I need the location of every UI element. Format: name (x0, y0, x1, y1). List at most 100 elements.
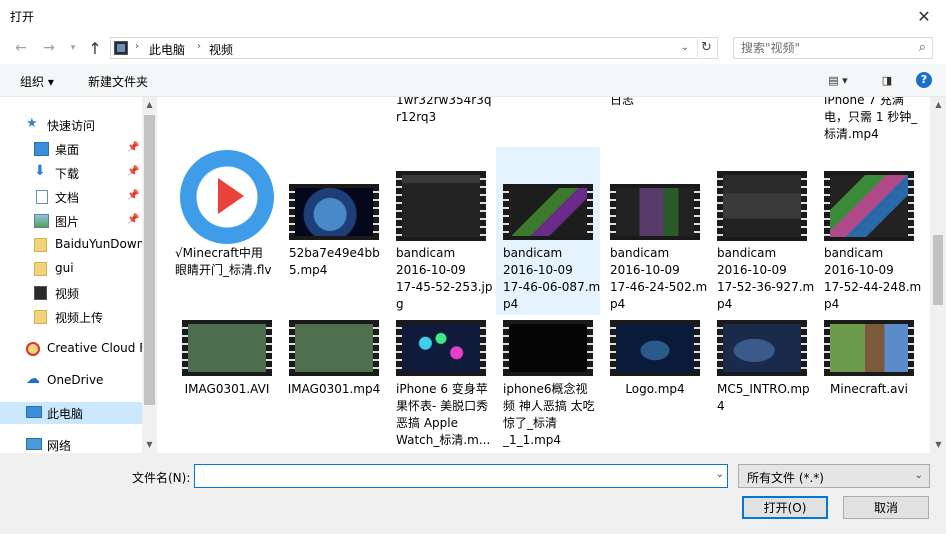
desktop-icon (34, 142, 49, 156)
image-thumbnail (396, 171, 486, 241)
file-name: Logo.mp4 (625, 382, 685, 396)
sidebar-item-network[interactable]: 网络 (0, 434, 142, 453)
sidebar-item-pictures[interactable]: 图片 📌 (0, 210, 142, 232)
video-thumbnail (289, 184, 379, 240)
file-item[interactable]: bandicam 2016-10-09 17-52-44-248.m p4 (817, 147, 921, 315)
toolbar: 组织 ▾ 新建文件夹 ▤ ▾ ◨ ? (0, 64, 946, 97)
file-item[interactable]: 1wr32rw354r3q r12rq3 (389, 97, 493, 137)
search-box[interactable]: ⌕ (733, 37, 933, 59)
address-dropdown-icon[interactable]: ⌄ (677, 40, 693, 56)
file-item-selected[interactable]: bandicam 2016-10-09 17-46-06-087.m p4 (496, 147, 600, 315)
filename-input[interactable] (195, 465, 705, 487)
sidebar-item-this-pc[interactable]: 此电脑 (0, 402, 142, 424)
file-item[interactable]: bandicam 2016-10-09 17-45-52-253.jp g (389, 147, 493, 315)
file-name: bandicam 2016-10-09 17-45-52-253.jp g (396, 246, 493, 311)
file-name: IMAG0301.AVI (184, 382, 270, 396)
search-icon[interactable]: ⌕ (919, 40, 926, 55)
sidebar-item-label: gui (55, 261, 74, 275)
sidebar-item-quick-access[interactable]: ★ 快速访问 (0, 114, 142, 136)
file-item[interactable]: Logo.mp4 (603, 317, 707, 453)
sidebar-item-label: Creative Cloud F (47, 341, 142, 355)
picture-icon (34, 214, 49, 228)
file-item[interactable]: √Minecraft中用 眼睛开门_标清.flv (175, 147, 279, 315)
breadcrumb-this-pc[interactable]: 此电脑 (149, 41, 185, 58)
scroll-up-icon[interactable]: ▲ (933, 98, 944, 112)
file-item[interactable]: iphone6概念视 频 神人恶搞 太吃 惊了_标清 _1_1.mp4 (496, 317, 600, 453)
recent-locations-button[interactable]: ▾ (62, 38, 84, 58)
file-item[interactable]: iPhone 7 充满 电，只需 1 秒钟_ 标清.mp4 (817, 97, 921, 141)
creative-cloud-icon (26, 342, 40, 356)
sidebar-item-gui[interactable]: gui (0, 258, 142, 280)
sidebar-item-label: 此电脑 (47, 407, 84, 421)
file-item[interactable]: IMAG0301.AVI (175, 317, 279, 453)
video-thumbnail (289, 320, 379, 376)
sidebar-item-label: 图片 (55, 215, 80, 229)
file-type-select[interactable]: 所有文件 (*.*) ⌄ (738, 464, 930, 488)
sidebar-item-label: OneDrive (47, 373, 104, 387)
window-title: 打开 (10, 10, 35, 24)
sidebar-item-video-upload[interactable]: 视频上传 (0, 306, 142, 328)
scroll-down-icon[interactable]: ▼ (144, 438, 155, 452)
file-name: iPhone 7 充满 电，只需 1 秒钟_ 标清.mp4 (824, 97, 918, 141)
dialog-footer: 文件名(N): ⌄ 所有文件 (*.*) ⌄ 打开(O) 取消 (0, 453, 946, 534)
video-folder-icon (114, 41, 128, 55)
scroll-up-icon[interactable]: ▲ (144, 98, 155, 112)
file-item[interactable]: bandicam 2016-10-09 17-46-24-502.m p4 (603, 147, 707, 315)
file-item[interactable]: bandicam 2016-10-09 17-52-36-927.m p4 (710, 147, 814, 315)
file-name: 52ba7e49e4bb 5.mp4 (289, 246, 380, 277)
address-bar[interactable]: › 此电脑 › 视频 ⌄ ↻ (110, 37, 718, 59)
sidebar-item-creative-cloud[interactable]: Creative Cloud F (0, 338, 142, 360)
search-input[interactable] (734, 38, 904, 58)
file-item[interactable]: 日志 (603, 97, 707, 137)
sidebar-item-baiduyundown[interactable]: BaiduYunDown (0, 234, 142, 256)
breadcrumb-videos[interactable]: 视频 (209, 41, 233, 58)
file-name: bandicam 2016-10-09 17-52-44-248.m p4 (824, 246, 922, 311)
view-options-button[interactable]: ▤ ▾ (822, 71, 854, 89)
file-name: iPhone 6 变身苹 果怀表- 美脱口秀 恶搞 Apple Watch_标清… (396, 382, 491, 447)
sidebar-item-documents[interactable]: 文档 📌 (0, 186, 142, 208)
video-thumbnail (182, 320, 272, 376)
file-grid: 1wr32rw354r3q r12rq3 日志 iPhone 7 充满 电，只需… (157, 97, 930, 453)
preview-pane-button[interactable]: ◨ (876, 71, 898, 89)
file-item[interactable]: 52ba7e49e4bb 5.mp4 (282, 147, 386, 315)
file-name: √Minecraft中用 眼睛开门_标清.flv (175, 246, 272, 277)
file-item[interactable]: MC5_INTRO.mp 4 (710, 317, 814, 453)
onedrive-icon: ☁ (26, 371, 40, 387)
file-name: iphone6概念视 频 神人恶搞 太吃 惊了_标清 _1_1.mp4 (503, 382, 595, 447)
sidebar-item-desktop[interactable]: 桌面 📌 (0, 138, 142, 160)
organize-button[interactable]: 组织 ▾ (20, 73, 54, 90)
file-grid-scroll-thumb[interactable] (933, 235, 943, 305)
network-icon (26, 438, 42, 450)
refresh-icon[interactable]: ↻ (697, 39, 715, 57)
sidebar-item-onedrive[interactable]: ☁ OneDrive (0, 370, 142, 392)
file-name: 日志 (610, 97, 635, 107)
pin-icon: 📌 (127, 214, 140, 225)
back-button[interactable]: ← (10, 38, 32, 58)
file-item[interactable]: IMAG0301.mp4 (282, 317, 386, 453)
up-button[interactable]: ↑ (84, 38, 106, 58)
download-icon: ⬇ (34, 163, 46, 179)
file-grid-scrollbar[interactable]: ▲ ▼ (930, 97, 946, 453)
sidebar-item-label: BaiduYunDown (55, 237, 142, 251)
video-thumbnail (717, 171, 807, 241)
forward-button[interactable]: → (38, 38, 60, 58)
close-button[interactable]: ✕ (902, 0, 946, 32)
new-folder-button[interactable]: 新建文件夹 (88, 73, 148, 90)
forward-arrow-icon: → (43, 40, 55, 56)
sidebar-scroll-thumb[interactable] (144, 115, 155, 405)
chevron-down-icon[interactable]: ⌄ (716, 469, 724, 480)
sidebar-scrollbar[interactable]: ▲ ▼ (142, 97, 157, 453)
filename-field[interactable]: ⌄ (194, 464, 728, 488)
sidebar-item-videos[interactable]: 视频 (0, 282, 142, 304)
sidebar-item-label: 网络 (47, 439, 72, 453)
open-button[interactable]: 打开(O) (742, 496, 828, 519)
up-arrow-icon: ↑ (88, 38, 102, 58)
sidebar-item-downloads[interactable]: ⬇ 下载 📌 (0, 162, 142, 184)
cancel-button[interactable]: 取消 (843, 496, 929, 519)
help-icon[interactable]: ? (916, 72, 932, 88)
file-item[interactable]: iPhone 6 变身苹 果怀表- 美脱口秀 恶搞 Apple Watch_标清… (389, 317, 493, 453)
video-thumbnail (396, 320, 486, 376)
scroll-down-icon[interactable]: ▼ (933, 438, 944, 452)
document-icon (36, 190, 48, 204)
file-item[interactable]: Minecraft.avi (817, 317, 921, 453)
